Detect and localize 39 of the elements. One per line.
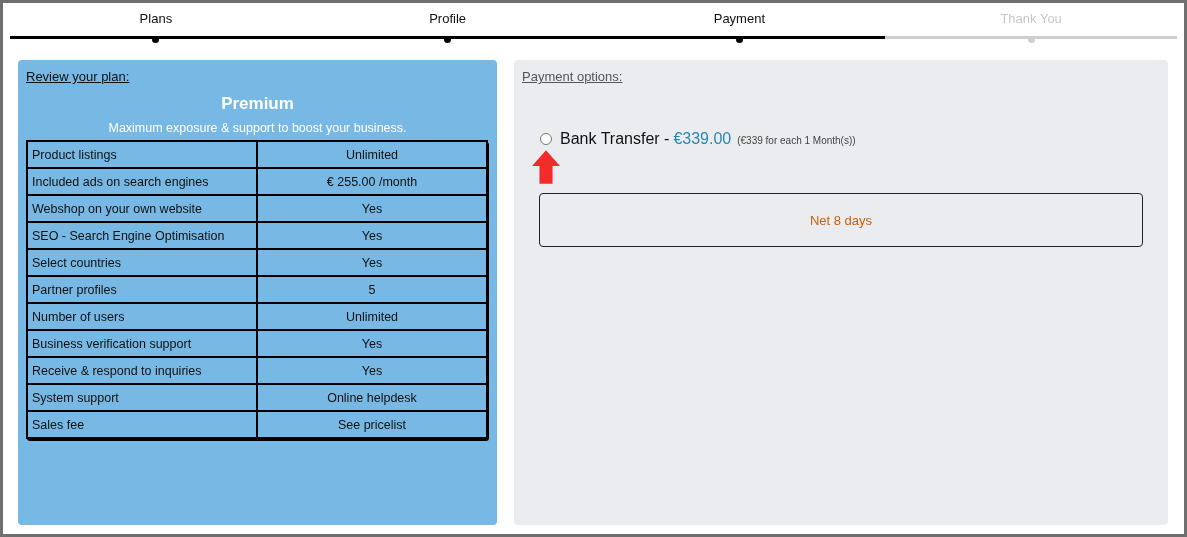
option-price: €339.00 <box>673 130 732 148</box>
table-cell: Business verification support <box>27 330 257 357</box>
panel-heading: Review your plan: <box>26 69 130 84</box>
table-cell: Webshop on your own website <box>27 195 257 222</box>
panel-heading: Payment options: <box>522 69 623 84</box>
table-cell: 5 <box>257 276 487 303</box>
plan-name: Premium <box>221 94 294 114</box>
table-cell: Unlimited <box>257 141 487 168</box>
table-cell: Yes <box>257 195 487 222</box>
table-cell: Partner profiles <box>27 276 257 303</box>
step-label: Profile <box>429 11 467 26</box>
option-label: Bank Transfer - <box>560 130 670 148</box>
table-cell: Receive & respond to inquiries <box>27 357 257 384</box>
table-cell: Select countries <box>27 249 257 276</box>
table-cell: See pricelist <box>257 411 487 438</box>
option-note: (€339 for each 1 Month(s)) <box>737 135 856 146</box>
step-dot <box>735 36 743 43</box>
table-cell: Yes <box>257 249 487 276</box>
table-cell: Online helpdesk <box>257 384 487 411</box>
table-cell: Sales fee <box>27 411 257 438</box>
table-cell: System support <box>27 384 257 411</box>
step-dot <box>444 36 452 43</box>
table-cell: Yes <box>257 357 487 384</box>
table-cell: SEO - Search Engine Optimisation <box>27 222 257 249</box>
table-cell: Number of users <box>27 303 257 330</box>
step-dot <box>152 36 160 43</box>
arrow-up-icon <box>532 150 560 184</box>
table-cell: Yes <box>257 222 487 249</box>
table-cell: Yes <box>257 330 487 357</box>
step-label: Plans <box>139 11 173 26</box>
table-cell: Included ads on search engines <box>27 168 257 195</box>
table-cell: Product listings <box>27 141 257 168</box>
step-dot <box>1027 36 1035 43</box>
plan-tagline: Maximum exposure & support to boost your business. <box>108 121 407 135</box>
table-cell: € 255.00 /month <box>257 168 487 195</box>
step-label: Payment <box>713 11 766 26</box>
table-cell: Unlimited <box>257 303 487 330</box>
payment-terms: Net 8 days <box>809 212 873 228</box>
radio-button[interactable] <box>540 133 552 145</box>
